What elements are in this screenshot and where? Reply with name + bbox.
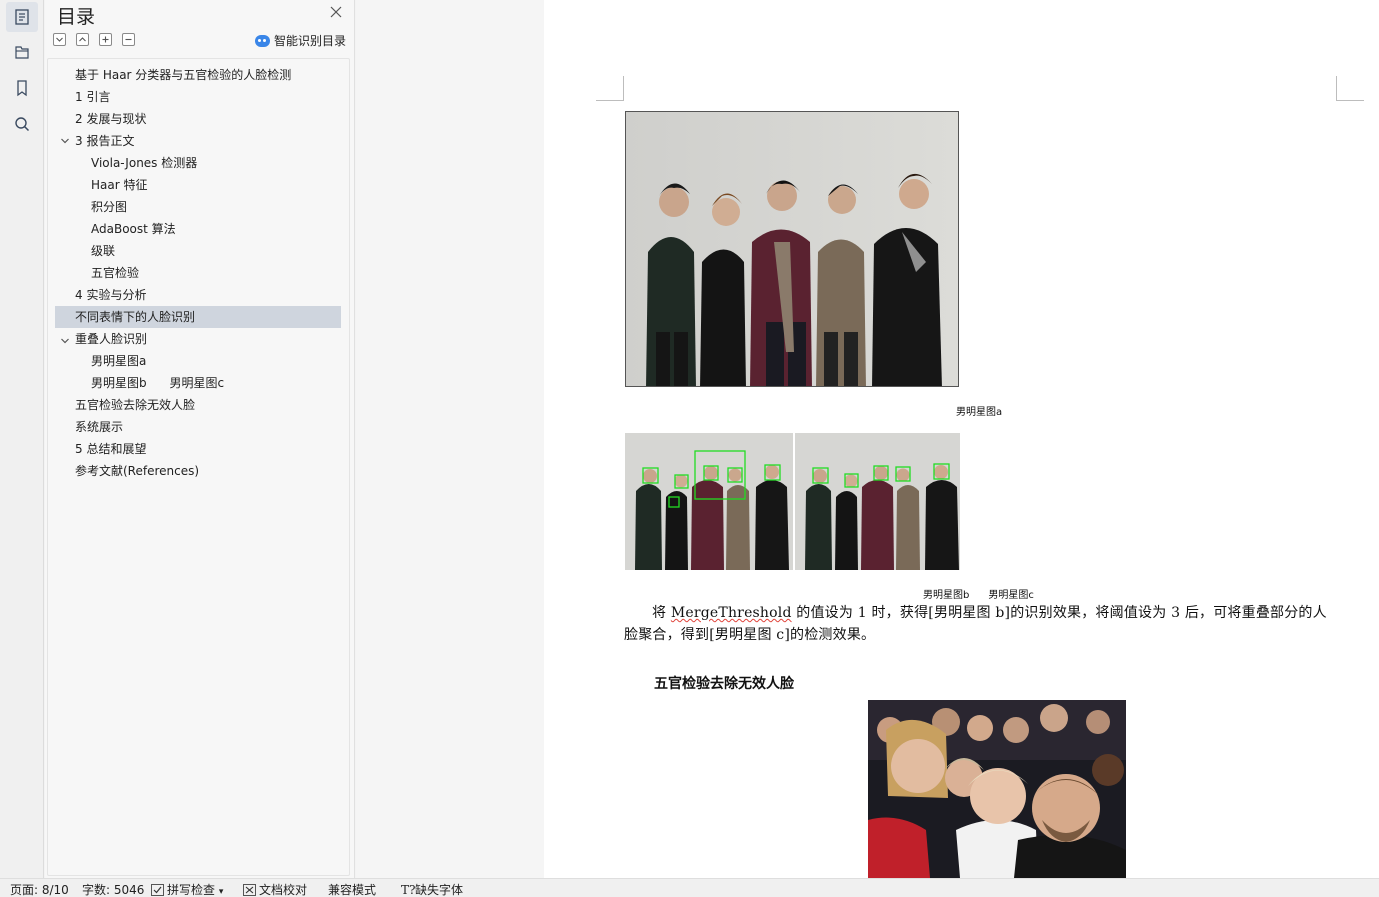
minus-icon [125, 38, 132, 41]
collapse-all-button[interactable] [76, 33, 89, 46]
expand-all-button[interactable] [53, 33, 66, 46]
navigation-pane-button[interactable] [6, 37, 38, 67]
chevron-down-icon[interactable] [60, 136, 70, 146]
missing-fonts-button[interactable]: T?缺失字体 [401, 883, 463, 897]
detection-photo-b[interactable] [625, 433, 793, 570]
body-paragraph[interactable]: 将 MergeThreshold 的值设为 1 时，获得[男明星图 b]的识别效… [624, 602, 1340, 646]
smart-toc-label: 智能识别目录 [274, 34, 347, 48]
crop-mark [596, 100, 624, 101]
word-count[interactable]: 字数: 5046 [82, 883, 144, 897]
left-icon-rail [0, 0, 44, 878]
close-icon[interactable] [329, 5, 343, 19]
bookmark-pane-button[interactable] [6, 73, 38, 103]
toc-toolbar [53, 33, 135, 47]
figure-caption-bc: 男明星图b 男明星图c [923, 590, 1034, 601]
detection-photo-c[interactable] [795, 433, 960, 570]
figure-caption-a: 男明星图a [956, 407, 1003, 418]
chevron-up-icon [79, 37, 86, 42]
group-photo-a-image [626, 112, 958, 386]
canvas-margin [356, 0, 544, 878]
crop-mark [623, 76, 624, 100]
toc-item[interactable]: 基于 Haar 分类器与五官检验的人脸检测 [75, 64, 291, 86]
plus-icon [102, 36, 109, 43]
toc-item[interactable]: 3 报告正文 [75, 130, 134, 152]
section-heading[interactable]: 五官检验去除无效人脸 [654, 673, 794, 693]
caret-down-icon: ▾ [218, 887, 224, 897]
spell-check-label: 拼写检查 [167, 883, 216, 897]
spell-check-toggle[interactable]: 拼写检查 ▾ [151, 883, 223, 897]
toc-item[interactable]: 4 实验与分析 [75, 284, 146, 306]
detection-photo-b-image [625, 433, 793, 570]
chevron-down-icon[interactable] [60, 336, 70, 346]
toc-item[interactable]: AdaBoost 算法 [91, 218, 176, 240]
toc-title: 目录 [57, 6, 96, 28]
remove-heading-button[interactable] [122, 33, 135, 46]
toc-item[interactable]: 男明星图b 男明星图c [91, 372, 224, 394]
missing-fonts-label: 缺失字体 [415, 883, 464, 897]
add-heading-button[interactable] [99, 33, 112, 46]
crowd-selfie-photo[interactable] [868, 700, 1126, 878]
status-bar: 页面: 8/10 字数: 5046 拼写检查 ▾ 文档校对 兼容模式 T?缺失字… [0, 878, 1379, 897]
robot-icon [255, 34, 270, 47]
page-indicator[interactable]: 页面: 8/10 [10, 883, 69, 897]
smart-toc-button[interactable]: 智能识别目录 [255, 32, 346, 49]
toc-panel-button[interactable] [6, 2, 38, 32]
group-photo-a[interactable] [625, 111, 959, 387]
toc-item[interactable]: 系统展示 [75, 416, 123, 438]
document-outline-icon [15, 9, 29, 25]
doc-proof-label: 文档校对 [259, 883, 308, 897]
chevron-down-icon [56, 37, 63, 42]
document-page[interactable]: 男明星图a 男明星图b 男明星图c 将 MergeThreshold 的值设为 … [544, 0, 1379, 878]
doc-proof-button[interactable]: 文档校对 [243, 883, 307, 897]
search-pane-button[interactable] [6, 109, 38, 139]
checkbox-checked-icon [151, 884, 164, 896]
detection-photo-c-image [795, 433, 960, 570]
toc-item[interactable]: 级联 [91, 240, 115, 262]
search-icon [15, 117, 30, 132]
proofread-icon [243, 884, 256, 896]
spellcheck-flagged-term[interactable]: MergeThreshold [671, 605, 792, 621]
toc-item[interactable]: 重叠人脸识别 [75, 328, 147, 350]
toc-item[interactable]: 5 总结和展望 [75, 438, 146, 460]
toc-item[interactable]: 参考文献(References) [75, 460, 199, 482]
compat-mode-label[interactable]: 兼容模式 [328, 883, 376, 897]
toc-item[interactable]: Viola-Jones 检测器 [91, 152, 197, 174]
toc-item[interactable]: 2 发展与现状 [75, 108, 146, 130]
toc-item[interactable]: 五官检验去除无效人脸 [75, 394, 195, 416]
folder-tree-icon [15, 46, 29, 59]
crowd-selfie-image [868, 700, 1126, 878]
toc-item[interactable]: 男明星图a [91, 350, 146, 372]
toc-item-selected[interactable]: 不同表情下的人脸识别 [55, 306, 341, 328]
toc-panel: 目录 智能识别目录 基于 Haar 分类器与五官检验的人脸检测 1 引言 2 发… [45, 0, 355, 878]
toc-item[interactable]: Haar 特征 [91, 174, 147, 196]
toc-list: 基于 Haar 分类器与五官检验的人脸检测 1 引言 2 发展与现状 3 报告正… [47, 58, 350, 876]
bookmark-icon [17, 80, 27, 97]
toc-item[interactable]: 积分图 [91, 196, 127, 218]
crop-mark [1336, 76, 1337, 100]
toc-item[interactable]: 五官检验 [91, 262, 139, 284]
font-warning-icon: T? [401, 883, 416, 897]
toc-item[interactable]: 1 引言 [75, 86, 110, 108]
paragraph-text-before: 将 [652, 605, 671, 621]
crop-mark [1336, 100, 1364, 101]
